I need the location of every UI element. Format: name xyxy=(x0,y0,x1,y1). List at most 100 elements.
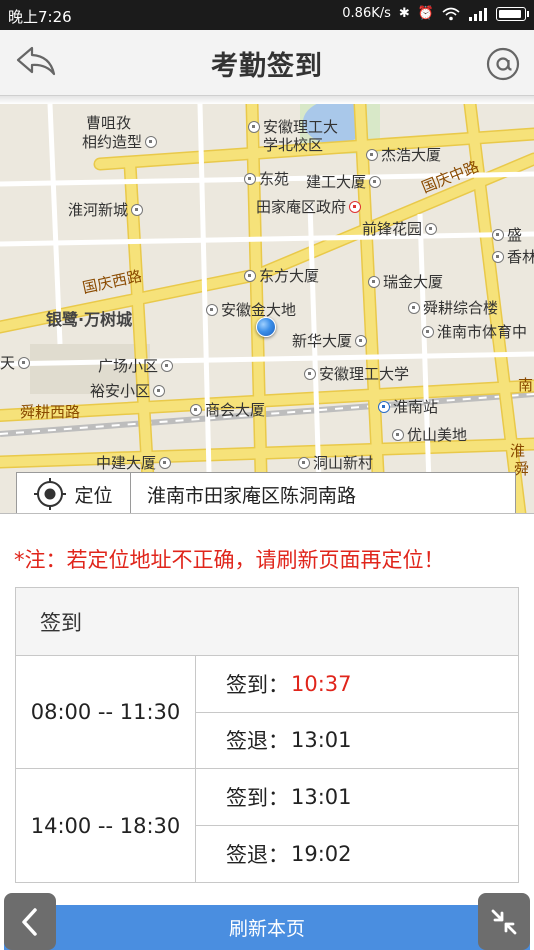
crosshair-icon xyxy=(34,478,67,510)
at-button[interactable] xyxy=(486,47,520,81)
chevron-left-icon xyxy=(22,907,37,936)
map-label: 裕安小区 xyxy=(90,380,166,401)
poi-icon xyxy=(159,456,172,469)
at-icon xyxy=(486,47,520,81)
checkout-record: 签退： 13:01 xyxy=(196,711,518,769)
map-label: 盛 xyxy=(492,224,522,245)
poi-icon xyxy=(422,325,434,338)
poi-icon xyxy=(145,135,158,148)
shift-period: 08:00 -- 11:30 xyxy=(16,656,196,768)
road-label: 舜 xyxy=(514,460,530,478)
poi-icon xyxy=(366,148,378,161)
checkin-time: 10:37 xyxy=(291,671,352,696)
battery-icon xyxy=(496,7,529,21)
poi-icon xyxy=(492,250,504,263)
map-label: 曹咀孜 xyxy=(86,114,132,132)
map-label: 田家庵区政府 xyxy=(256,196,362,217)
checkin-record: 签到： 13:01 xyxy=(196,769,518,825)
shift-records: 签到： 13:01 签退： 19:02 xyxy=(196,769,518,882)
map-label: 相约造型 xyxy=(82,131,158,152)
train-station-icon xyxy=(378,400,390,413)
wifi-icon xyxy=(442,7,460,21)
attendance-table: 签到 08:00 -- 11:30 签到： 10:37 签退： 13:01 14… xyxy=(15,587,519,883)
poi-icon xyxy=(369,175,382,188)
shift-row: 14:00 -- 18:30 签到： 13:01 签退： 19:02 xyxy=(16,769,518,882)
shift-period: 14:00 -- 18:30 xyxy=(16,769,196,882)
app-header: 考勤签到 xyxy=(0,30,534,96)
locate-label: 定位 xyxy=(74,484,113,507)
poi-icon xyxy=(131,203,144,216)
map-label: 瑞金大厦 xyxy=(368,271,443,292)
bluetooth-icon: ✱ xyxy=(398,6,410,21)
checkout-label: 签退： xyxy=(226,729,289,754)
app-screen: 晚上7:26 0.86K/s ✱ ⏰ 考勤签到 曹咀孜 相约造型 安徽理工大 学… xyxy=(0,0,534,950)
map-label: 新华大厦 xyxy=(292,330,368,351)
checkout-record: 签退： 19:02 xyxy=(196,825,518,882)
poi-icon xyxy=(244,172,256,185)
poi-icon xyxy=(161,359,174,372)
relocate-note: *注：若定位地址不正确，请刷新页面再定位！ xyxy=(14,548,445,572)
poi-icon xyxy=(244,269,256,282)
refresh-label: 刷新本页 xyxy=(228,918,305,940)
location-bar: 定位 淮南市田家庵区陈洞南路 xyxy=(16,472,516,513)
map-label: 洞山新村 xyxy=(298,452,373,473)
map-label: 银鹭·万树城 xyxy=(46,310,133,329)
checkin-label: 签到： xyxy=(226,672,289,697)
checkin-label: 签到： xyxy=(226,786,289,810)
poi-icon xyxy=(206,303,218,316)
status-time: 晚上7:26 xyxy=(8,8,72,26)
poi-icon xyxy=(153,384,166,397)
map-label: 优山美地 xyxy=(392,424,467,445)
poi-icon xyxy=(298,456,310,469)
network-speed: 0.86K/s xyxy=(342,6,391,21)
map-label: 香林 xyxy=(492,246,534,267)
header-shadow xyxy=(0,96,534,104)
alarm-icon: ⏰ xyxy=(417,6,434,21)
map-label: 天 xyxy=(0,352,31,373)
map-label: 舜耕综合楼 xyxy=(408,297,498,318)
map-label: 淮南站 xyxy=(378,396,438,417)
checkout-label: 签退： xyxy=(226,843,289,867)
road-label: 舜耕西路 xyxy=(20,403,81,421)
map-label: 东方大厦 xyxy=(244,265,319,286)
poi-icon xyxy=(492,228,504,241)
checkout-time: 19:02 xyxy=(291,842,352,866)
map-label: 东苑 xyxy=(244,168,289,189)
map-label: 安徽金大地 xyxy=(206,299,296,320)
map-label: 前锋花园 xyxy=(362,218,438,239)
current-address: 淮南市田家庵区陈洞南路 xyxy=(147,484,357,507)
poi-icon xyxy=(190,403,202,416)
map-label: 商会大厦 xyxy=(190,399,265,420)
checkout-time: 13:01 xyxy=(291,728,352,753)
nav-back-button[interactable] xyxy=(4,893,56,950)
poi-icon xyxy=(304,367,316,380)
poi-icon xyxy=(355,334,368,347)
map-label: 淮河新城 xyxy=(68,199,144,220)
map-label: 安徽理工大学 xyxy=(304,363,409,384)
checkin-record: 签到： 10:37 xyxy=(196,656,518,712)
map-view[interactable]: 曹咀孜 相约造型 安徽理工大 学北校区 杰浩大厦 东苑 建工大厦 淮河新城 田家… xyxy=(0,104,534,514)
map-label: 淮南市体育中 xyxy=(422,321,527,342)
status-icons: 0.86K/s ✱ ⏰ xyxy=(342,6,529,22)
map-label: 杰浩大厦 xyxy=(366,144,441,165)
status-bar: 晚上7:26 0.86K/s ✱ ⏰ xyxy=(0,0,534,30)
collapse-icon xyxy=(491,909,517,934)
poi-icon xyxy=(425,222,438,235)
road-label: 南 xyxy=(518,376,534,394)
poi-icon xyxy=(408,301,420,314)
map-label: 广场小区 xyxy=(98,355,174,376)
poi-icon xyxy=(248,120,260,133)
page-title: 考勤签到 xyxy=(211,51,323,82)
checkin-time: 13:01 xyxy=(291,785,352,809)
location-marker-icon xyxy=(256,317,276,337)
refresh-button[interactable]: 刷新本页 xyxy=(4,905,530,950)
government-icon xyxy=(349,200,362,213)
attendance-title: 签到 xyxy=(16,588,518,656)
poi-icon xyxy=(18,356,31,369)
shift-records: 签到： 10:37 签退： 13:01 xyxy=(196,656,518,768)
collapse-button[interactable] xyxy=(478,893,530,950)
locate-button[interactable]: 定位 xyxy=(17,473,131,513)
map-label: 中建大厦 xyxy=(96,452,172,473)
poi-icon xyxy=(392,428,404,441)
map-label: 学北校区 xyxy=(263,136,324,154)
